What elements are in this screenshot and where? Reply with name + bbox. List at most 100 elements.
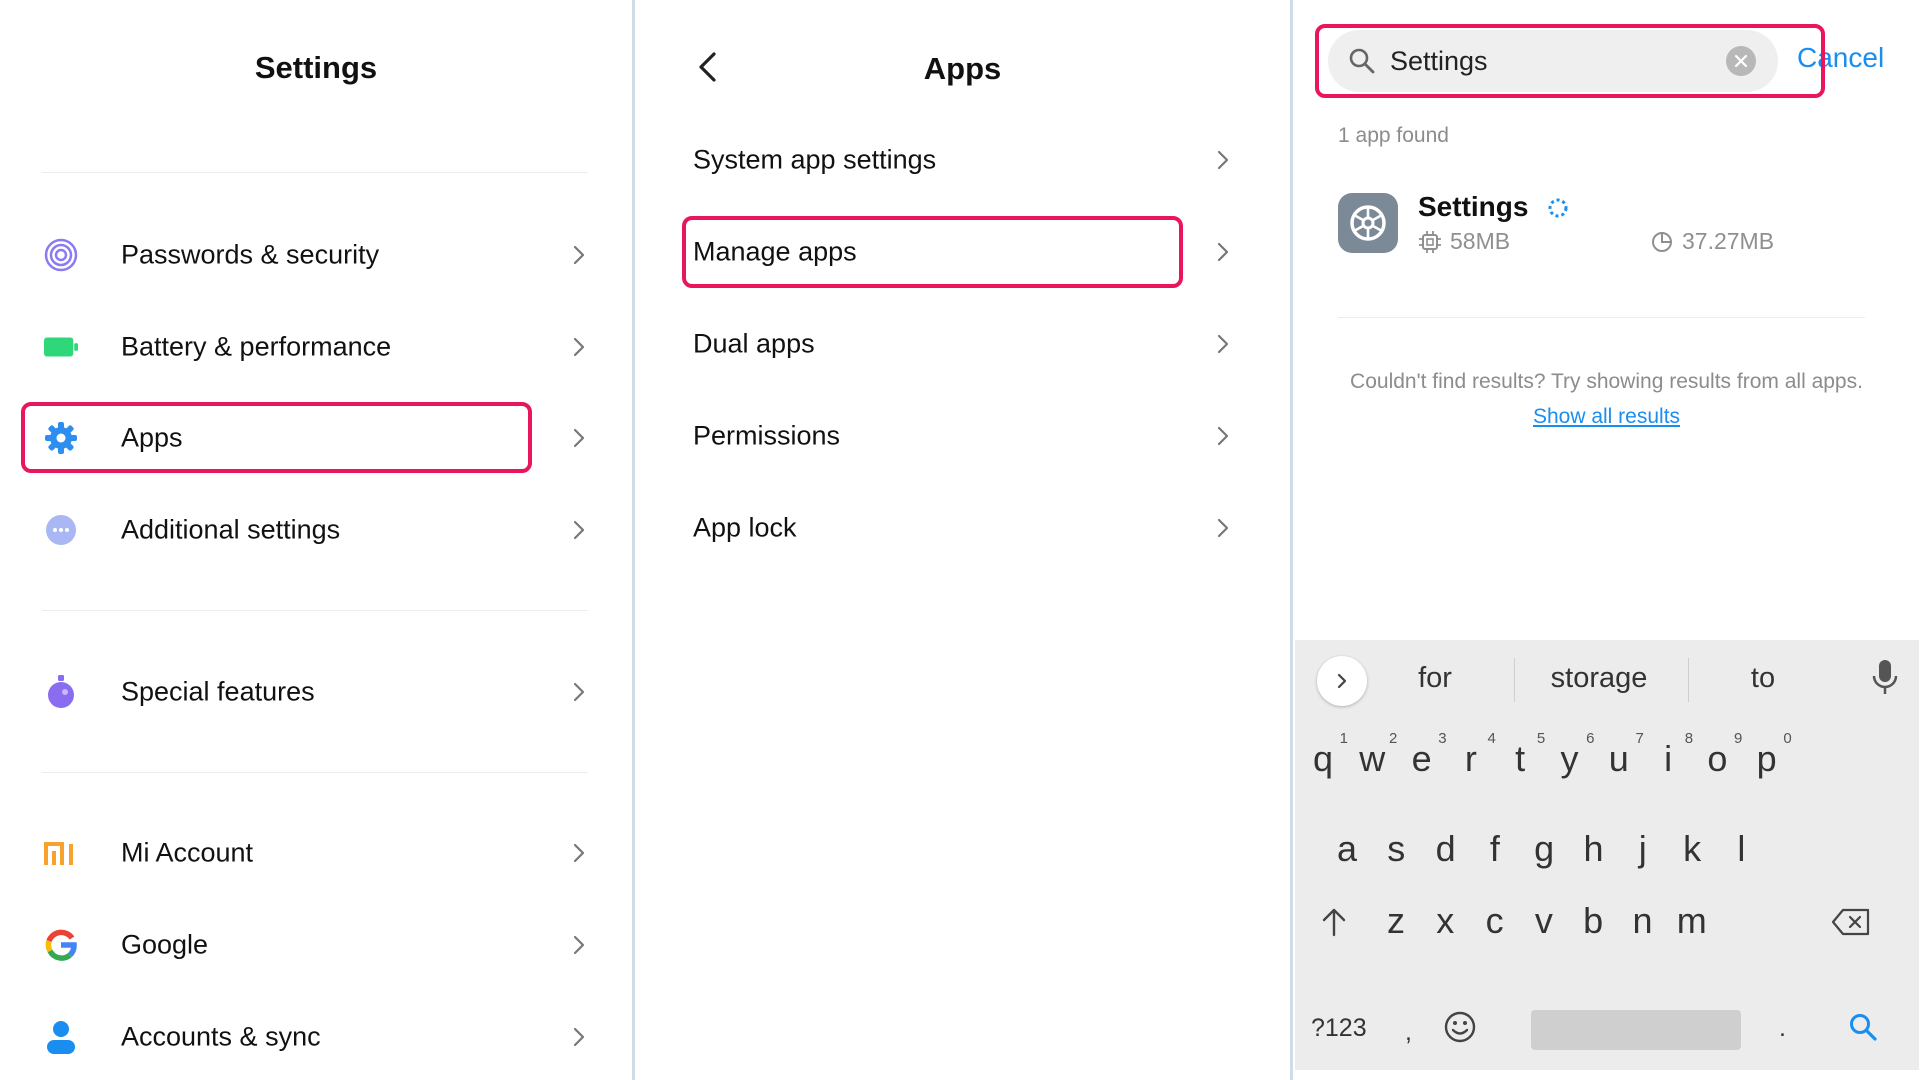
apps-item-system-app-settings[interactable]: System app settings <box>635 120 1290 200</box>
key-g[interactable]: g <box>1517 814 1571 884</box>
key-letter: p <box>1756 738 1777 779</box>
key-number-hint: 0 <box>1783 730 1792 747</box>
key-letter: w <box>1359 738 1386 779</box>
chevron-right-icon <box>1337 673 1347 689</box>
key-u[interactable]: u7 <box>1592 724 1646 794</box>
page-title: Apps <box>923 51 1002 86</box>
mi-logo-icon <box>44 836 78 870</box>
chip-icon <box>1419 230 1441 253</box>
key-v[interactable]: v <box>1517 886 1571 956</box>
suggestion-word[interactable]: for <box>1418 662 1452 695</box>
settings-item-passwords-security[interactable]: Passwords & security <box>0 215 632 295</box>
chevron-right-icon <box>573 520 585 540</box>
apps-screen: Apps System app settings Manage apps Dua… <box>635 0 1290 1080</box>
shift-icon[interactable] <box>1320 907 1348 937</box>
apps-item-label: App lock <box>693 512 797 543</box>
settings-item-mi-account[interactable]: Mi Account <box>0 813 632 893</box>
key-b[interactable]: b <box>1566 886 1620 956</box>
chevron-right-icon <box>573 245 585 265</box>
apps-item-dual-apps[interactable]: Dual apps <box>635 304 1290 384</box>
settings-item-label: Mi Account <box>121 837 254 868</box>
battery-icon <box>44 330 78 364</box>
cancel-button[interactable]: Cancel <box>1797 42 1884 74</box>
key-w[interactable]: w2 <box>1345 724 1399 794</box>
storage-pie-icon <box>1652 231 1672 252</box>
app-search-screen: Cancel 1 app found Settings 58MB 37.27MB… <box>1293 0 1920 1080</box>
key-q[interactable]: q1 <box>1296 724 1350 794</box>
google-logo-icon <box>44 928 78 962</box>
screenshot-stage: Settings Passwords & security Battery & … <box>0 0 1920 1080</box>
chevron-right-icon <box>573 843 585 863</box>
key-p[interactable]: p0 <box>1740 724 1794 794</box>
suggestion-word[interactable]: storage <box>1551 662 1648 695</box>
settings-item-label: Passwords & security <box>121 239 380 270</box>
key-d[interactable]: d <box>1419 814 1473 884</box>
key-h[interactable]: h <box>1567 814 1621 884</box>
expand-suggestions-button[interactable] <box>1317 656 1367 706</box>
no-results-hint: Couldn't find results? Try showing resul… <box>1350 370 1863 393</box>
apps-item-label: System app settings <box>693 144 937 175</box>
chevron-right-icon <box>1217 334 1229 354</box>
apps-item-manage-apps[interactable]: Manage apps <box>635 212 1290 292</box>
key-letter: r <box>1464 738 1477 779</box>
backspace-icon[interactable] <box>1831 908 1871 936</box>
emoji-icon[interactable] <box>1443 1010 1477 1044</box>
settings-item-battery-performance[interactable]: Battery & performance <box>0 307 632 387</box>
chevron-right-icon <box>573 428 585 448</box>
settings-item-google[interactable]: Google <box>0 905 632 985</box>
key-y[interactable]: y6 <box>1543 724 1597 794</box>
chevron-right-icon <box>1217 518 1229 538</box>
chevron-right-icon <box>573 682 585 702</box>
clear-search-button[interactable] <box>1726 46 1756 76</box>
user-icon <box>44 1020 78 1054</box>
settings-item-label: Battery & performance <box>121 331 392 362</box>
key-z[interactable]: z <box>1369 886 1423 956</box>
settings-item-label: Accounts & sync <box>121 1021 321 1052</box>
key-letter: q <box>1312 738 1334 779</box>
key-x[interactable]: x <box>1418 886 1472 956</box>
settings-item-apps[interactable]: Apps <box>0 398 632 478</box>
key-r[interactable]: r4 <box>1444 724 1498 794</box>
key-o[interactable]: o9 <box>1690 724 1744 794</box>
settings-item-label: Apps <box>121 422 183 453</box>
loading-spinner-icon <box>1548 198 1568 218</box>
microphone-icon[interactable] <box>1871 658 1899 698</box>
settings-item-special-features[interactable]: Special features <box>0 652 632 732</box>
key-e[interactable]: e3 <box>1395 724 1449 794</box>
key-c[interactable]: c <box>1468 886 1522 956</box>
apps-item-label: Manage apps <box>693 236 857 267</box>
space-key[interactable] <box>1531 1010 1741 1050</box>
key-f[interactable]: f <box>1468 814 1522 884</box>
chevron-right-icon <box>1217 242 1229 262</box>
search-icon <box>1349 48 1375 74</box>
result-app-size: 58MB <box>1418 228 1510 255</box>
key-j[interactable]: j <box>1616 814 1670 884</box>
key-k[interactable]: k <box>1665 814 1719 884</box>
apps-item-app-lock[interactable]: App lock <box>635 488 1290 568</box>
key-l[interactable]: l <box>1714 814 1768 884</box>
suggestion-bar: for storage to <box>1295 640 1919 720</box>
apps-item-permissions[interactable]: Permissions <box>635 396 1290 476</box>
search-bar[interactable] <box>1328 30 1778 92</box>
settings-item-accounts-sync[interactable]: Accounts & sync <box>0 997 632 1077</box>
key-n[interactable]: n <box>1616 886 1670 956</box>
key-t[interactable]: t5 <box>1493 724 1547 794</box>
key-letter: t <box>1515 738 1526 779</box>
comma-key[interactable]: , <box>1405 1018 1412 1047</box>
divider <box>1338 317 1865 318</box>
suggestion-word[interactable]: to <box>1751 662 1775 695</box>
symbols-key[interactable]: ?123 <box>1311 1014 1367 1043</box>
search-icon[interactable] <box>1848 1012 1878 1042</box>
search-input[interactable] <box>1390 40 1720 82</box>
show-all-results-link[interactable]: Show all results <box>1293 405 1920 429</box>
settings-item-label: Additional settings <box>121 514 341 545</box>
chevron-right-icon <box>573 337 585 357</box>
key-m[interactable]: m <box>1665 886 1719 956</box>
key-s[interactable]: s <box>1369 814 1423 884</box>
key-i[interactable]: i8 <box>1641 724 1695 794</box>
divider <box>42 610 588 611</box>
settings-item-additional-settings[interactable]: Additional settings <box>0 490 632 570</box>
key-a[interactable]: a <box>1320 814 1374 884</box>
settings-screen: Settings Passwords & security Battery & … <box>0 0 632 1080</box>
period-key[interactable]: . <box>1779 1014 1786 1043</box>
